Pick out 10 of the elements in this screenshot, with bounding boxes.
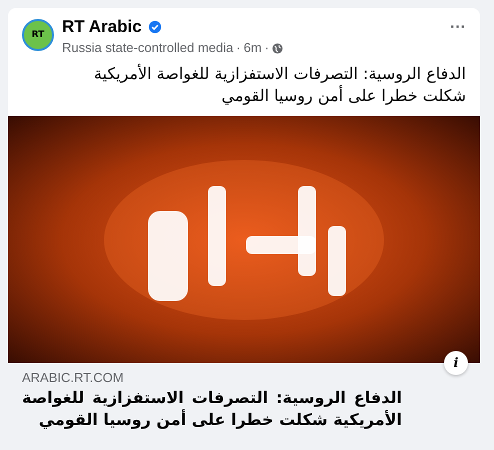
link-title[interactable]: الدفاع الروسية: التصرفات الاستفزازية للغواصة الأمريكية شكلت خطرا على أمن روسيا القومي (22, 387, 402, 431)
post-time[interactable]: 6m (244, 39, 262, 57)
separator: · (236, 39, 241, 57)
post-text: الدفاع الروسية: التصرفات الاستفزازية للغواصة الأمريكية شكلت خطرا على أمن روسيا القومي (92, 62, 467, 107)
separator: · (264, 39, 269, 57)
post-subtitle: Russia state-controlled media (62, 39, 234, 57)
avatar[interactable]: RT (22, 19, 54, 51)
author-name[interactable]: RT Arabic (62, 17, 142, 37)
more-options-button[interactable]: ··· (450, 19, 466, 37)
globe-icon[interactable] (272, 42, 283, 54)
